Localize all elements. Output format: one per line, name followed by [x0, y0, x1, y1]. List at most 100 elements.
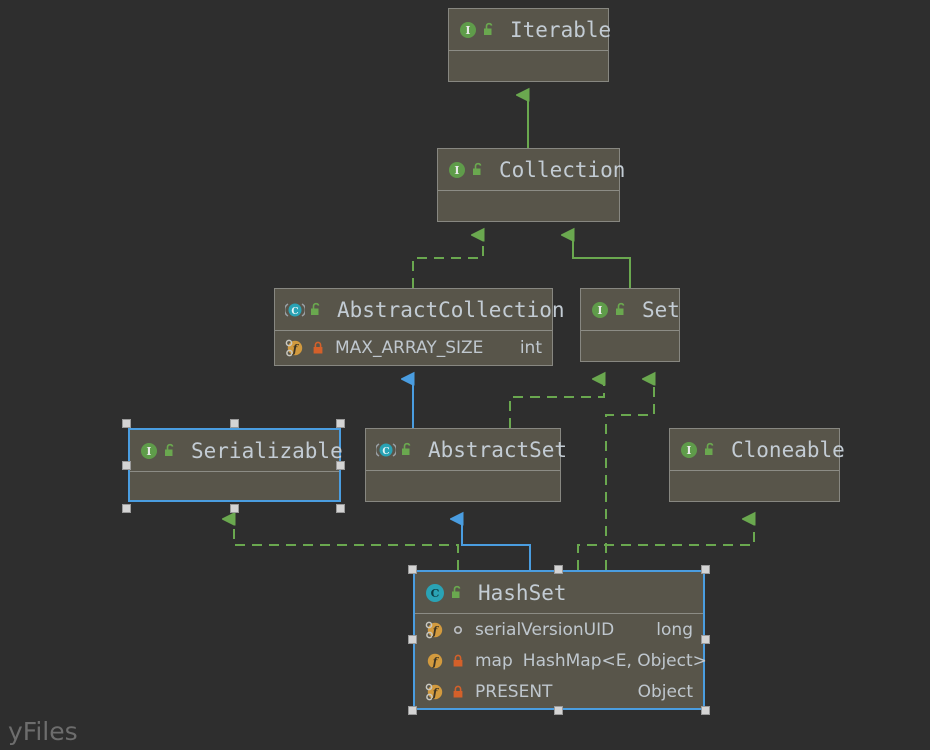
- node-members: f MAX_ARRAY_SIZE int: [275, 331, 552, 365]
- selection-handle-s[interactable]: [554, 706, 563, 715]
- node-header: C HashSet: [415, 572, 703, 614]
- node-header: C AbstractSet: [366, 429, 567, 471]
- node-header: I Iterable: [449, 9, 612, 51]
- uml-diagram-canvas[interactable]: Iterable (solid green, generalization) -…: [0, 0, 930, 750]
- node-title: Set: [642, 297, 680, 322]
- yfiles-watermark: yFiles: [8, 717, 78, 746]
- uml-node-abstract-collection[interactable]: C AbstractCollection f MAX_ARRAY_SIZE in…: [274, 288, 565, 366]
- unlocked-padlock-icon: [482, 22, 496, 37]
- node-members: [670, 471, 839, 501]
- node-members: [438, 191, 619, 221]
- selection-handle-nw[interactable]: [122, 419, 131, 428]
- abstract-class-icon: C: [285, 301, 305, 319]
- node-title: HashSet: [478, 580, 567, 605]
- edge-set-to-collection: [573, 235, 631, 288]
- node-header: I Serializable: [130, 430, 343, 472]
- static-field-icon: f: [425, 683, 444, 701]
- node-header: I Cloneable: [670, 429, 845, 471]
- locked-padlock-icon: [452, 685, 464, 699]
- interface-icon: I: [448, 161, 466, 179]
- uml-node-set[interactable]: I Set: [580, 288, 680, 362]
- locked-padlock-icon: [452, 654, 464, 668]
- unlocked-padlock-icon: [614, 302, 628, 317]
- edge-abstractcollection-to-collection: [412, 235, 483, 288]
- selection-handle-n[interactable]: [554, 565, 563, 574]
- interface-icon: I: [680, 441, 698, 459]
- member-type: HashMap<E, Object>: [522, 650, 707, 671]
- member-type: long: [656, 619, 693, 640]
- selection-handle-ne[interactable]: [336, 419, 345, 428]
- selection-handle-n[interactable]: [230, 419, 239, 428]
- node-header: I Collection: [438, 149, 625, 191]
- package-visibility-icon: [452, 624, 464, 636]
- selection-handle-se[interactable]: [701, 706, 710, 715]
- svg-text:I: I: [454, 164, 459, 177]
- svg-text:I: I: [597, 304, 602, 317]
- member-name: PRESENT: [475, 682, 553, 703]
- node-title: AbstractSet: [428, 437, 568, 462]
- unlocked-padlock-icon: [400, 442, 414, 457]
- node-members: [366, 471, 560, 501]
- svg-text:C: C: [382, 447, 389, 457]
- locked-padlock-icon: [312, 341, 324, 355]
- svg-text:C: C: [431, 587, 440, 600]
- unlocked-padlock-icon: [703, 442, 717, 457]
- selection-handle-s[interactable]: [230, 504, 239, 513]
- selection-handle-e[interactable]: [336, 461, 345, 470]
- selection-handle-w[interactable]: [408, 635, 417, 644]
- node-title: Collection: [499, 157, 626, 182]
- uml-node-serializable[interactable]: I Serializable: [128, 428, 343, 502]
- member-row[interactable]: f serialVersionUID long: [415, 614, 703, 645]
- uml-node-hashset[interactable]: C HashSet f serialVersionUID long f map …: [413, 570, 707, 710]
- uml-node-cloneable[interactable]: I Cloneable: [669, 428, 845, 502]
- node-members: [130, 472, 339, 500]
- member-row[interactable]: f PRESENT Object: [415, 677, 703, 708]
- node-header: I Set: [581, 289, 680, 331]
- node-members: [449, 51, 608, 81]
- node-title: Serializable: [191, 438, 343, 463]
- node-header: C AbstractCollection: [275, 289, 565, 331]
- class-icon: C: [425, 583, 445, 603]
- selection-handle-ne[interactable]: [701, 565, 710, 574]
- svg-text:C: C: [291, 307, 298, 317]
- selection-handle-nw[interactable]: [408, 565, 417, 574]
- member-name: serialVersionUID: [475, 619, 615, 640]
- unlocked-padlock-icon: [309, 302, 323, 317]
- static-field-icon: f: [425, 621, 444, 639]
- uml-node-abstract-set[interactable]: C AbstractSet: [365, 428, 567, 502]
- member-type: Object: [637, 682, 693, 703]
- node-title: AbstractCollection: [337, 297, 565, 322]
- uml-node-iterable[interactable]: I Iterable: [448, 8, 612, 82]
- selection-handle-sw[interactable]: [408, 706, 417, 715]
- selection-handle-se[interactable]: [336, 504, 345, 513]
- svg-text:I: I: [465, 24, 470, 37]
- selection-handle-e[interactable]: [701, 635, 710, 644]
- member-name: map: [475, 650, 513, 671]
- edge-abstractset-to-set: [509, 379, 604, 428]
- member-row[interactable]: f map HashMap<E, Object>: [415, 645, 707, 676]
- selection-handle-sw[interactable]: [122, 504, 131, 513]
- node-members: f serialVersionUID long f map HashMap<E,…: [415, 614, 707, 708]
- edge-hashset-to-set: [605, 379, 654, 570]
- member-type: int: [519, 338, 542, 358]
- unlocked-padlock-icon: [471, 162, 485, 177]
- selection-handle-w[interactable]: [122, 461, 131, 470]
- field-icon: f: [425, 652, 444, 670]
- unlocked-padlock-icon: [163, 443, 177, 458]
- node-title: Cloneable: [731, 437, 845, 462]
- unlocked-padlock-icon: [450, 585, 464, 600]
- member-name: MAX_ARRAY_SIZE: [335, 338, 484, 358]
- member-row[interactable]: f MAX_ARRAY_SIZE int: [275, 331, 552, 365]
- svg-text:I: I: [686, 444, 691, 457]
- edge-hashset-to-abstractset: [462, 519, 531, 570]
- svg-text:I: I: [146, 445, 151, 458]
- edge-hashset-to-serializable: [234, 519, 459, 570]
- interface-icon: I: [591, 301, 609, 319]
- uml-node-collection[interactable]: I Collection: [437, 148, 625, 222]
- interface-icon: I: [459, 21, 477, 39]
- node-title: Iterable: [510, 17, 612, 42]
- interface-icon: I: [140, 442, 158, 460]
- abstract-class-icon: C: [376, 441, 396, 459]
- node-members: [581, 331, 679, 361]
- static-field-icon: f: [285, 339, 304, 357]
